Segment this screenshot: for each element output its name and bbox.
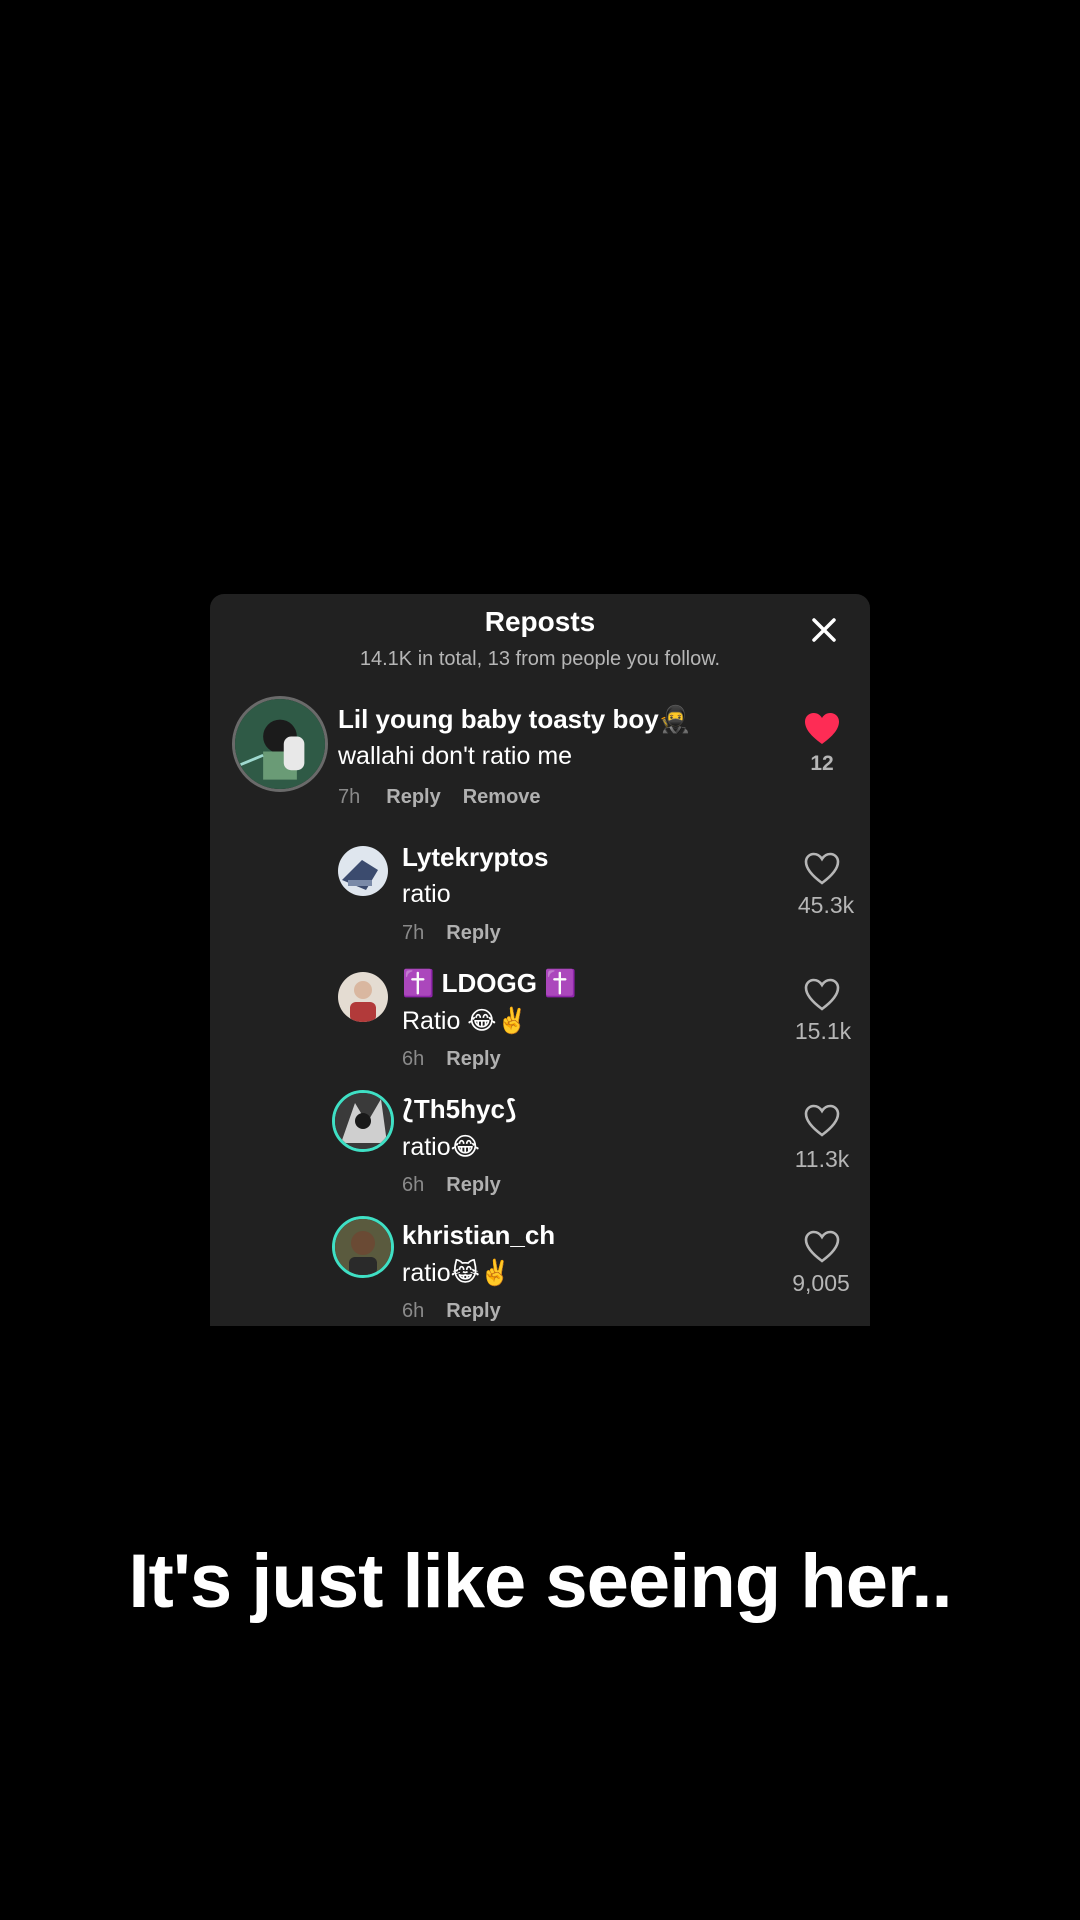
video-caption: It's just like seeing her.. xyxy=(128,1539,952,1624)
reply-username[interactable]: ✝️ LDOGG ✝️ xyxy=(402,968,577,999)
panel-title: Reposts xyxy=(484,606,596,637)
reply-text: ratio xyxy=(402,880,451,908)
reply-meta: 6h Reply xyxy=(402,1174,501,1197)
avatar[interactable] xyxy=(332,1216,394,1278)
avatar[interactable] xyxy=(232,696,328,792)
like-count: 15.1k xyxy=(794,1018,852,1044)
reply-button[interactable]: Reply xyxy=(446,1048,500,1070)
comment-time: 7h xyxy=(338,786,361,808)
heart-icon[interactable] xyxy=(804,1230,840,1264)
heart-icon[interactable] xyxy=(804,978,840,1012)
remove-button[interactable]: Remove xyxy=(463,786,541,808)
reply-time: 7h xyxy=(402,922,425,944)
reply-text: ratio😂 xyxy=(402,1133,480,1161)
heart-icon[interactable] xyxy=(804,852,840,886)
reply-button[interactable]: Reply xyxy=(386,786,440,808)
reply-button[interactable]: Reply xyxy=(446,922,500,944)
heart-icon[interactable] xyxy=(804,1104,840,1138)
reposts-panel: Reposts 14.1K in total, 13 from people y… xyxy=(210,594,870,1326)
avatar[interactable] xyxy=(338,972,388,1022)
comment-username[interactable]: Lil young baby toasty boy🥷 xyxy=(338,704,691,735)
reply-username[interactable]: khristian_ch xyxy=(402,1220,555,1251)
reply-username[interactable]: ⟅Th5hyc⟆ xyxy=(402,1094,517,1125)
reply-username[interactable]: Lytekryptos xyxy=(402,842,548,873)
heart-icon[interactable] xyxy=(804,712,840,746)
reply-meta: 7h Reply xyxy=(402,922,501,945)
reply-text: ratio😹✌️ xyxy=(402,1259,511,1287)
like-count: 12 xyxy=(810,752,834,775)
reply-time: 6h xyxy=(402,1048,425,1070)
reply-meta: 6h Reply xyxy=(402,1300,501,1323)
like-count: 9,005 xyxy=(792,1270,850,1296)
comment-text: wallahi don't ratio me xyxy=(338,742,573,770)
reply-button[interactable]: Reply xyxy=(446,1300,500,1322)
reply-time: 6h xyxy=(402,1174,425,1196)
like-count: 45.3k xyxy=(797,892,855,918)
like-count: 11.3k xyxy=(794,1146,850,1172)
reply-time: 6h xyxy=(402,1300,425,1322)
reply-button[interactable]: Reply xyxy=(446,1174,500,1196)
reply-meta: 6h Reply xyxy=(402,1048,501,1071)
panel-subtitle: 14.1K in total, 13 from people you follo… xyxy=(359,648,721,670)
reply-text: Ratio 😂✌️ xyxy=(402,1007,528,1035)
comment-meta: 7h Reply Remove xyxy=(338,786,541,809)
avatar[interactable] xyxy=(332,1090,394,1152)
avatar[interactable] xyxy=(338,846,388,896)
close-icon[interactable] xyxy=(808,614,840,646)
